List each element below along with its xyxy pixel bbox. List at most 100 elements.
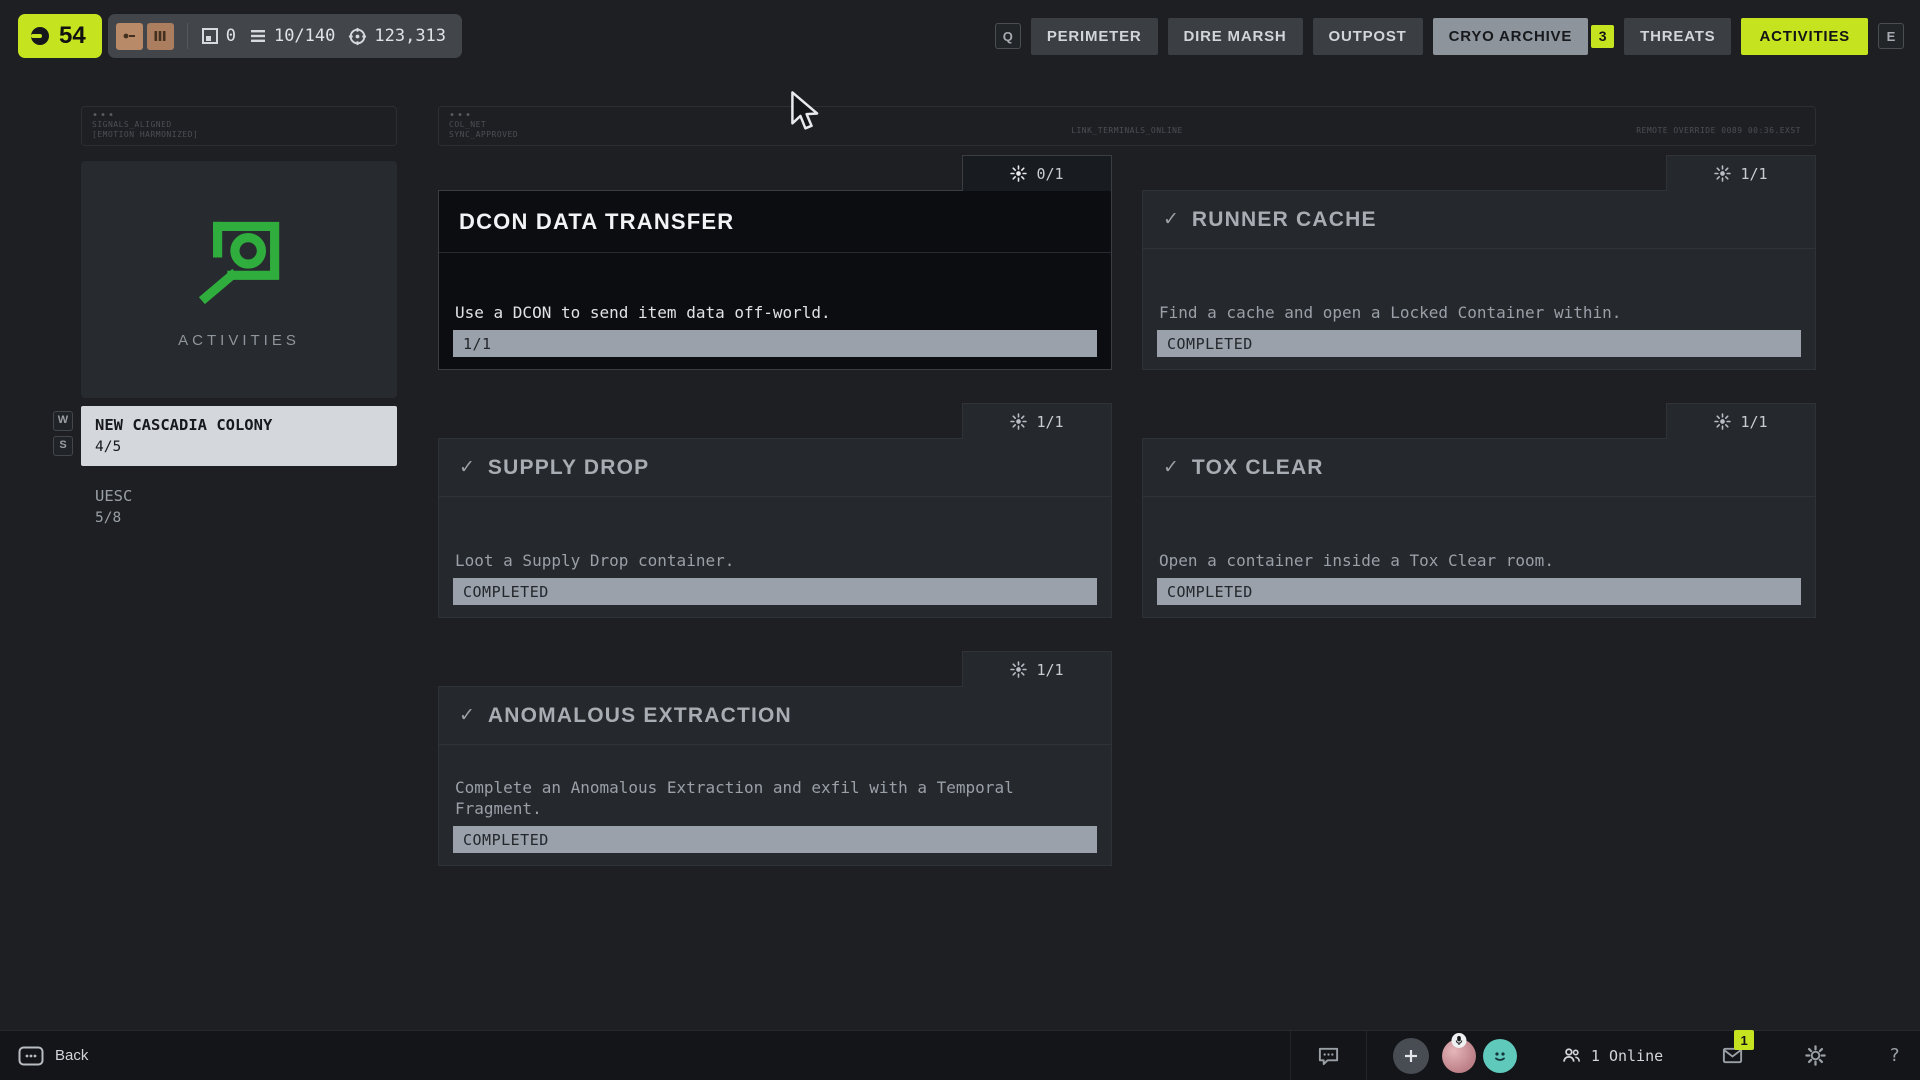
card-body: Loot a Supply Drop container. COMPLETED (439, 497, 1111, 617)
card-title-row: DCON DATA TRANSFER (439, 191, 1111, 253)
progress-bar: COMPLETED (453, 826, 1097, 853)
online-label: 1 Online (1591, 1047, 1663, 1065)
location-progress: 5/8 (95, 508, 383, 528)
card-title: ANOMALOUS EXTRACTION (488, 704, 792, 728)
stash-counter: 0 (201, 26, 236, 46)
card-title: DCON DATA TRANSFER (459, 209, 734, 235)
resources-pill: 0 10/140 123,313 (108, 14, 462, 58)
activity-card-tox-clear[interactable]: 1/1 ✓ TOX CLEAR Open a container inside … (1142, 438, 1816, 618)
progress-label: COMPLETED (463, 831, 549, 849)
sun-icon (1714, 413, 1731, 430)
activity-cards-grid: 0/1 DCON DATA TRANSFER Use a DCON to sen… (438, 190, 1816, 866)
activities-screen: 54 0 10/140 123,313 (0, 0, 1920, 1080)
micro-dots: ••• (92, 111, 386, 120)
progress-label: COMPLETED (1167, 583, 1253, 601)
micro-dots: ••• (449, 111, 1805, 120)
party-avatar-1[interactable] (1442, 1039, 1476, 1073)
location-title: UESC (95, 486, 383, 508)
location-item-new-cascadia[interactable]: W S NEW CASCADIA COLONY 4/5 (81, 406, 397, 466)
card-title-row: ✓ SUPPLY DROP (439, 439, 1111, 497)
inventory-counter: 10/140 (249, 26, 335, 46)
progress-label: 1/1 (463, 335, 492, 353)
round-counter: 0/1 (1036, 165, 1063, 183)
activity-card-anomalous-extraction[interactable]: 1/1 ✓ ANOMALOUS EXTRACTION Complete an A… (438, 686, 1112, 866)
round-counter-badge: 1/1 (962, 403, 1112, 439)
activity-card-supply-drop[interactable]: 1/1 ✓ SUPPLY DROP Loot a Supply Drop con… (438, 438, 1112, 618)
key-hint-s: S (53, 436, 73, 456)
helmet-icon (28, 24, 52, 48)
sun-icon (1010, 413, 1027, 430)
tab-cryo-archive[interactable]: CRYO ARCHIVE (1433, 18, 1589, 55)
progress-label: COMPLETED (1167, 335, 1253, 353)
tab-dire-marsh[interactable]: DIRE MARSH (1168, 18, 1303, 55)
round-counter: 1/1 (1036, 661, 1063, 679)
activities-glyph-icon (183, 210, 295, 308)
location-title: NEW CASCADIA COLONY (95, 415, 383, 437)
tab-threats[interactable]: THREATS (1624, 18, 1731, 55)
top-bar: 54 0 10/140 123,313 (0, 0, 1920, 72)
map-tabs: Q PERIMETER DIRE MARSH OUTPOST CRYO ARCH… (995, 18, 1904, 55)
micro-text: SIGNALS_ALIGNED (92, 120, 386, 130)
resource-pillars-icon (147, 23, 174, 50)
activities-panel: ••• COL_NET SYNC_APPROVED LINK_TERMINALS… (438, 106, 1816, 866)
tab-activities[interactable]: ACTIVITIES (1741, 18, 1868, 55)
tab-outpost[interactable]: OUTPOST (1313, 18, 1423, 55)
party-avatar-2[interactable] (1483, 1039, 1517, 1073)
round-counter: 1/1 (1740, 165, 1767, 183)
chat-button[interactable] (1291, 1044, 1366, 1067)
activities-emblem-card: ACTIVITIES (81, 161, 397, 398)
sun-icon (1010, 661, 1027, 678)
check-icon: ✓ (1163, 210, 1179, 229)
back-label: Back (55, 1047, 88, 1064)
activity-card-runner-cache[interactable]: 1/1 ✓ RUNNER CACHE Find a cache and open… (1142, 190, 1816, 370)
activity-card-dcon-data-transfer[interactable]: 0/1 DCON DATA TRANSFER Use a DCON to sen… (438, 190, 1112, 370)
card-title: TOX CLEAR (1192, 456, 1324, 480)
progress-bar: COMPLETED (453, 578, 1097, 605)
card-title-row: ✓ RUNNER CACHE (1143, 191, 1815, 249)
location-item-uesc[interactable]: UESC 5/8 (81, 486, 397, 528)
micro-text: REMOTE OVERRIDE 0089 00:36.EXST (1636, 126, 1801, 135)
card-description: Use a DCON to send item data off-world. (453, 302, 1097, 330)
location-progress: 4/5 (95, 437, 383, 457)
key-hint-w: W (53, 411, 73, 431)
card-title-row: ✓ ANOMALOUS EXTRACTION (439, 687, 1111, 745)
progress-bar: COMPLETED (1157, 330, 1801, 357)
sidebar: ••• SIGNALS_ALIGNED [EMOTION HARMONIZED]… (81, 106, 397, 528)
card-description: Find a cache and open a Locked Container… (1157, 302, 1801, 330)
divider (187, 23, 188, 49)
round-counter-badge: 1/1 (1666, 403, 1816, 439)
micro-text: LINK_TERMINALS_ONLINE (1071, 126, 1183, 135)
round-counter-badge: 0/1 (962, 155, 1112, 191)
back-button[interactable]: Back (18, 1046, 88, 1066)
card-body: Complete an Anomalous Extraction and exf… (439, 745, 1111, 865)
plus-icon (1403, 1048, 1419, 1064)
mic-icon (1451, 1033, 1466, 1048)
tab-cryo-archive-group: CRYO ARCHIVE 3 (1433, 18, 1615, 55)
tab-perimeter[interactable]: PERIMETER (1031, 18, 1158, 55)
card-body: Open a container inside a Tox Clear room… (1143, 497, 1815, 617)
player-level-badge: 54 (18, 14, 102, 58)
sun-icon (1010, 165, 1027, 182)
stash-icon (201, 27, 219, 45)
card-title: SUPPLY DROP (488, 456, 649, 480)
mail-button[interactable]: 1 (1721, 1044, 1744, 1067)
key-hint-e: E (1878, 23, 1904, 49)
card-description: Open a container inside a Tox Clear room… (1157, 550, 1801, 578)
round-counter-badge: 1/1 (1666, 155, 1816, 191)
online-status[interactable]: 1 Online (1561, 1045, 1663, 1066)
check-icon: ✓ (459, 706, 475, 725)
micro-text: [EMOTION HARMONIZED] (92, 130, 386, 140)
key-hint-q: Q (995, 23, 1021, 49)
inventory-lines-icon (249, 27, 267, 45)
check-icon: ✓ (459, 458, 475, 477)
chat-bubble-icon (1317, 1044, 1340, 1067)
back-key-icon (18, 1046, 44, 1066)
mail-notification-badge: 1 (1734, 1030, 1754, 1050)
divider (1366, 1031, 1367, 1080)
settings-button[interactable] (1804, 1044, 1827, 1067)
panel-label: ACTIVITIES (178, 332, 300, 349)
sidebar-micro-header: ••• SIGNALS_ALIGNED [EMOTION HARMONIZED] (81, 106, 397, 146)
add-player-button[interactable] (1393, 1038, 1429, 1074)
help-button[interactable]: ? (1889, 1045, 1900, 1066)
panel-micro-header: ••• COL_NET SYNC_APPROVED LINK_TERMINALS… (438, 106, 1816, 146)
